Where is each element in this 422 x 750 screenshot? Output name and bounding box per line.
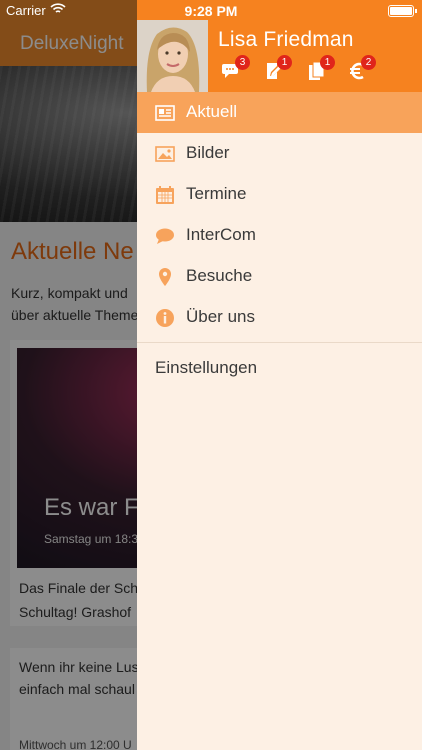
speech-bubble-icon xyxy=(155,226,175,246)
euro-button[interactable]: 2 xyxy=(347,55,376,86)
menu-item-besuche[interactable]: Besuche xyxy=(137,256,422,297)
menu-item-ueber-uns[interactable]: Über uns xyxy=(137,297,422,338)
edit-button[interactable]: 1 xyxy=(263,55,292,86)
menu-item-bilder[interactable]: Bilder xyxy=(137,133,422,174)
settings-item[interactable]: Einstellungen xyxy=(137,343,422,389)
menu-item-termine[interactable]: Termine xyxy=(137,174,422,215)
side-drawer: Lisa Friedman 3 1 1 2 Aktuell Bilder Ter… xyxy=(137,0,422,750)
chat-bubbles-button[interactable]: 3 xyxy=(221,55,250,86)
menu-item-aktuell[interactable]: Aktuell xyxy=(137,92,422,133)
edit-icon xyxy=(263,63,285,86)
menu-item-label: InterCom xyxy=(186,225,256,244)
euro-icon xyxy=(347,62,369,86)
status-bar: Carrier 9:28 PM xyxy=(0,0,422,22)
menu-item-label: Besuche xyxy=(186,266,253,285)
image-icon xyxy=(155,144,175,164)
documents-button[interactable]: 1 xyxy=(306,55,335,86)
battery-icon xyxy=(388,5,417,17)
avatar[interactable] xyxy=(137,20,208,92)
badge-count: 1 xyxy=(277,55,292,70)
badge-count: 1 xyxy=(320,55,335,70)
menu-item-label: Termine xyxy=(186,184,247,203)
documents-icon xyxy=(306,61,328,86)
info-icon xyxy=(155,308,175,328)
user-name: Lisa Friedman xyxy=(218,28,354,51)
drawer-menu: Aktuell Bilder Termine InterCom Besuche xyxy=(137,92,422,389)
map-pin-icon xyxy=(155,267,175,287)
menu-item-intercom[interactable]: InterCom xyxy=(137,215,422,256)
chat-bubbles-icon xyxy=(221,64,243,86)
clock: 9:28 PM xyxy=(184,3,238,19)
menu-item-label: Aktuell xyxy=(186,102,238,121)
badge-count: 3 xyxy=(235,55,250,70)
calendar-icon xyxy=(155,185,175,205)
newspaper-icon xyxy=(155,103,175,123)
menu-item-label: Bilder xyxy=(186,143,230,162)
menu-item-label: Über uns xyxy=(186,307,255,326)
settings-label: Einstellungen xyxy=(155,358,258,377)
badge-count: 2 xyxy=(361,55,376,70)
